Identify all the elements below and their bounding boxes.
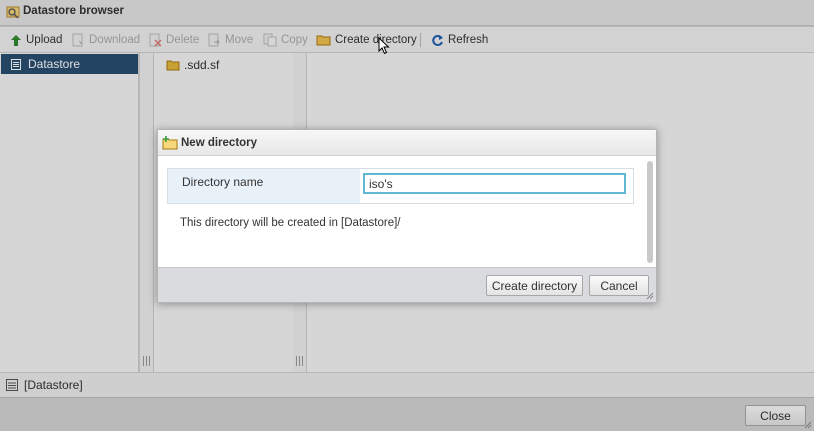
new-directory-dialog: New directory Directory name This direct…	[157, 129, 657, 303]
mouse-cursor-icon	[378, 37, 390, 55]
directory-name-row: Directory name	[167, 168, 634, 204]
dialog-title: New directory	[181, 136, 258, 149]
create-directory-confirm-button[interactable]: Create directory	[486, 275, 583, 296]
directory-name-label: Directory name	[168, 169, 360, 203]
dialog-body: Directory name This directory will be cr…	[158, 157, 656, 267]
dialog-header: New directory	[158, 130, 656, 156]
dialog-note: This directory will be created in [Datas…	[180, 217, 401, 229]
dialog-footer: Create directory Cancel	[158, 267, 656, 302]
new-folder-icon	[162, 135, 178, 149]
directory-name-input[interactable]	[363, 173, 626, 194]
dialog-resize-handle-icon[interactable]	[646, 292, 654, 300]
dialog-scrollbar[interactable]	[647, 161, 653, 263]
cancel-button[interactable]: Cancel	[589, 275, 649, 296]
